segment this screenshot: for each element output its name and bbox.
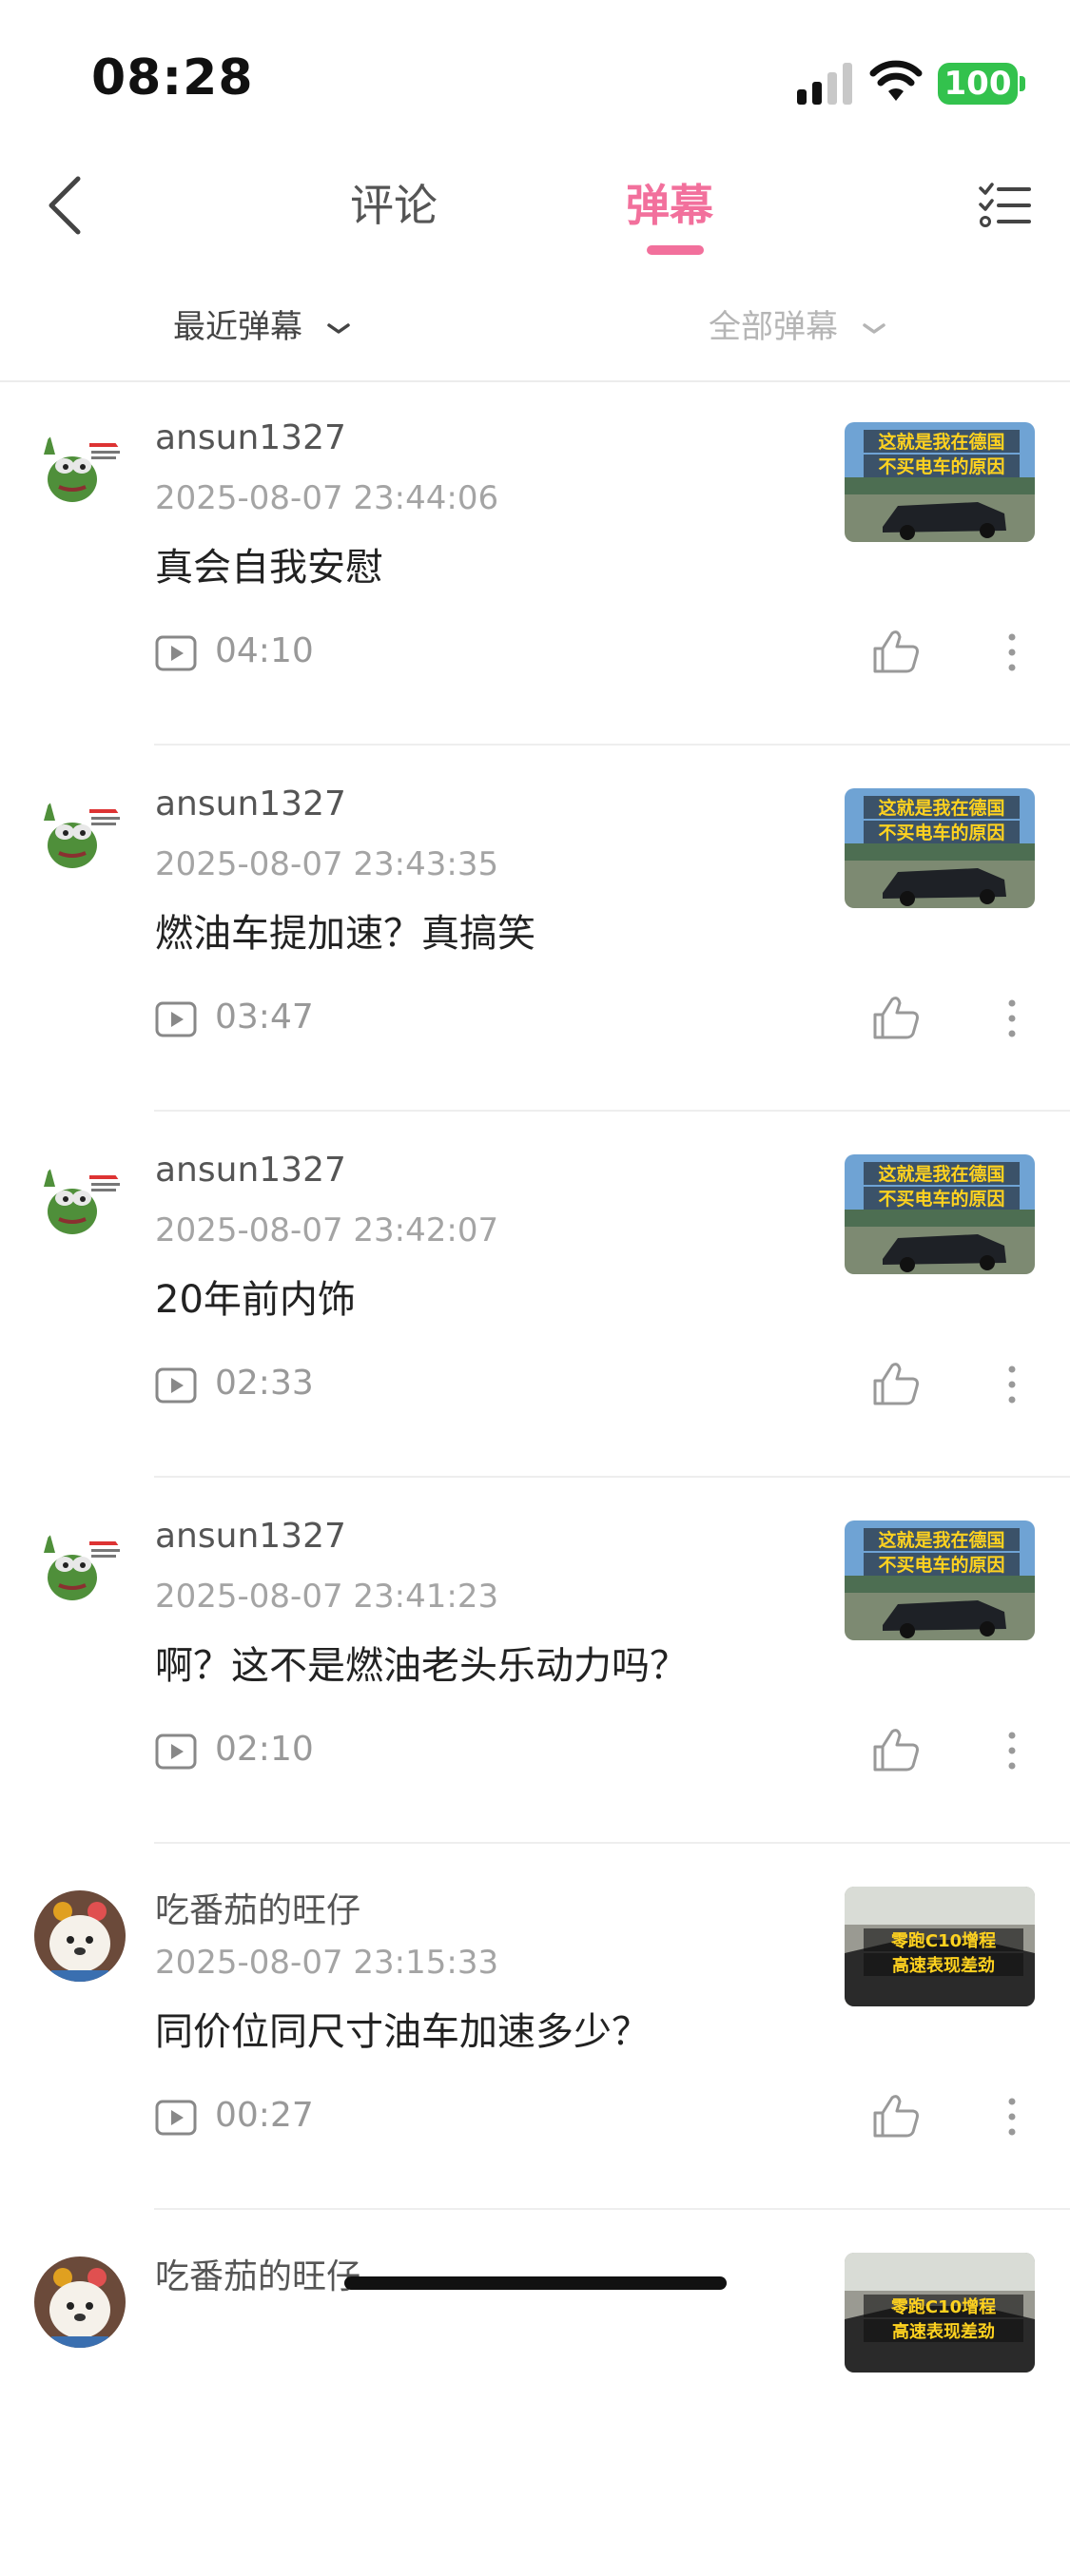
status-time: 08:28: [91, 49, 254, 107]
username[interactable]: 吃番茄的旺仔: [155, 1883, 360, 1932]
svg-text:高速表现差劲: 高速表现差劲: [892, 2321, 995, 2342]
video-timestamp[interactable]: 02:10: [215, 1730, 314, 1769]
video-timestamp[interactable]: 00:27: [215, 2096, 314, 2135]
username[interactable]: ansun1327: [155, 1517, 346, 1556]
svg-text:不买电车的原因: 不买电车的原因: [878, 822, 1004, 843]
svg-text:零跑C10增程: 零跑C10增程: [890, 2296, 996, 2317]
chevron-down-icon: [863, 322, 885, 334]
avatar[interactable]: [34, 792, 126, 883]
wifi-icon: [869, 60, 923, 101]
filter-all-label: 全部弹幕: [709, 308, 838, 346]
timestamp: 2025-08-07 23:41:23: [155, 1578, 499, 1616]
avatar[interactable]: [34, 1158, 126, 1249]
danmaku-item[interactable]: ansun1327 2025-08-07 23:44:06 真会自我安慰 04:10 这…: [0, 380, 1070, 746]
row-divider: [154, 1842, 1070, 1844]
svg-text:不买电车的原因: 不买电车的原因: [878, 1554, 1004, 1576]
video-thumbnail[interactable]: 零跑C10增程 高速表现差劲: [845, 1887, 1035, 2006]
thumbs-up-icon[interactable]: [871, 994, 921, 1041]
battery-tip: [1020, 76, 1025, 91]
play-icon[interactable]: [155, 1733, 197, 1770]
timestamp: 2025-08-07 23:42:07: [155, 1211, 499, 1249]
danmaku-item[interactable]: 吃番茄的旺仔 2025-08-07 23:15:33 同价位同尺寸油车加速多少？ 00…: [0, 1845, 1070, 2210]
more-options-icon[interactable]: [1001, 1728, 1023, 1773]
thumbs-up-icon[interactable]: [871, 628, 921, 675]
active-tab-indicator: [647, 245, 704, 255]
svg-text:这就是我在德国: 这就是我在德国: [878, 1163, 1004, 1185]
batch-manage-icon[interactable]: [978, 181, 1031, 230]
more-options-icon[interactable]: [1001, 996, 1023, 1041]
back-arrow-icon[interactable]: [38, 175, 95, 236]
play-icon[interactable]: [155, 635, 197, 671]
svg-text:不买电车的原因: 不买电车的原因: [878, 455, 1004, 477]
row-divider: [154, 2208, 1070, 2210]
svg-text:这就是我在德国: 这就是我在德国: [878, 1529, 1004, 1551]
username[interactable]: ansun1327: [155, 1151, 346, 1190]
avatar[interactable]: [34, 1524, 126, 1616]
cellular-signal-icon: [797, 63, 852, 105]
status-bar: 08:28 100: [0, 0, 1070, 143]
danmaku-item[interactable]: 吃番茄的旺仔 零跑C10增程 高速表现差劲: [0, 2211, 1070, 2576]
row-divider: [154, 1110, 1070, 1112]
video-timestamp[interactable]: 04:10: [215, 631, 314, 670]
timestamp: 2025-08-07 23:15:33: [155, 1944, 499, 1982]
svg-text:不买电车的原因: 不买电车的原因: [878, 1188, 1004, 1210]
video-thumbnail[interactable]: 这就是我在德国 不买电车的原因: [845, 1154, 1035, 1274]
danmaku-text: 真会自我安慰: [155, 546, 383, 590]
play-icon[interactable]: [155, 1367, 197, 1404]
danmaku-item[interactable]: ansun1327 2025-08-07 23:41:23 啊？这不是燃油老头乐动力…: [0, 1479, 1070, 1844]
avatar[interactable]: [34, 2256, 126, 2348]
sort-recent-label: 最近弹幕: [173, 308, 302, 346]
thumbs-up-icon[interactable]: [871, 2092, 921, 2140]
video-timestamp[interactable]: 03:47: [215, 997, 314, 1036]
avatar[interactable]: [34, 426, 126, 517]
filter-all-dropdown[interactable]: 全部弹幕: [709, 300, 886, 347]
timestamp: 2025-08-07 23:44:06: [155, 479, 499, 517]
video-timestamp[interactable]: 02:33: [215, 1364, 314, 1403]
play-icon[interactable]: [155, 1001, 197, 1037]
more-options-icon[interactable]: [1001, 2094, 1023, 2140]
avatar[interactable]: [34, 1890, 126, 1982]
thumbs-up-icon[interactable]: [871, 1360, 921, 1407]
play-icon[interactable]: [155, 2100, 197, 2136]
row-divider: [154, 1476, 1070, 1478]
home-indicator: [344, 2276, 727, 2290]
danmaku-text: 20年前内饰: [155, 1278, 356, 1322]
tab-comments[interactable]: 评论: [350, 175, 438, 236]
filter-bar: 最近弹幕 全部弹幕: [0, 268, 1070, 382]
danmaku-text: 同价位同尺寸油车加速多少？: [155, 2010, 650, 2054]
svg-text:这就是我在德国: 这就是我在德国: [878, 431, 1004, 453]
svg-text:零跑C10增程: 零跑C10增程: [890, 1930, 996, 1951]
username[interactable]: ansun1327: [155, 784, 346, 823]
danmaku-text: 啊？这不是燃油老头乐动力吗？: [155, 1644, 688, 1688]
svg-text:高速表现差劲: 高速表现差劲: [892, 1955, 995, 1976]
more-options-icon[interactable]: [1001, 629, 1023, 675]
username[interactable]: 吃番茄的旺仔: [155, 2249, 360, 2298]
danmaku-text: 燃油车提加速？真搞笑: [155, 912, 535, 956]
row-divider: [154, 744, 1070, 746]
danmaku-item[interactable]: ansun1327 2025-08-07 23:42:07 20年前内饰 02:33 这…: [0, 1113, 1070, 1478]
sort-recent-dropdown[interactable]: 最近弹幕: [173, 300, 351, 347]
video-thumbnail[interactable]: 这就是我在德国 不买电车的原因: [845, 1520, 1035, 1640]
chevron-down-icon: [327, 322, 350, 334]
more-options-icon[interactable]: [1001, 1362, 1023, 1407]
video-thumbnail[interactable]: 零跑C10增程 高速表现差劲: [845, 2253, 1035, 2373]
tab-danmaku[interactable]: 弹幕: [626, 175, 713, 236]
video-thumbnail[interactable]: 这就是我在德国 不买电车的原因: [845, 788, 1035, 908]
video-thumbnail[interactable]: 这就是我在德国 不买电车的原因: [845, 422, 1035, 542]
thumbs-up-icon[interactable]: [871, 1726, 921, 1773]
danmaku-item[interactable]: ansun1327 2025-08-07 23:43:35 燃油车提加速？真搞笑 03…: [0, 746, 1070, 1112]
timestamp: 2025-08-07 23:43:35: [155, 845, 499, 883]
top-navigation: 评论 弹幕: [0, 143, 1070, 266]
username[interactable]: ansun1327: [155, 418, 346, 457]
svg-text:这就是我在德国: 这就是我在德国: [878, 797, 1004, 819]
battery-indicator: 100: [938, 63, 1018, 105]
